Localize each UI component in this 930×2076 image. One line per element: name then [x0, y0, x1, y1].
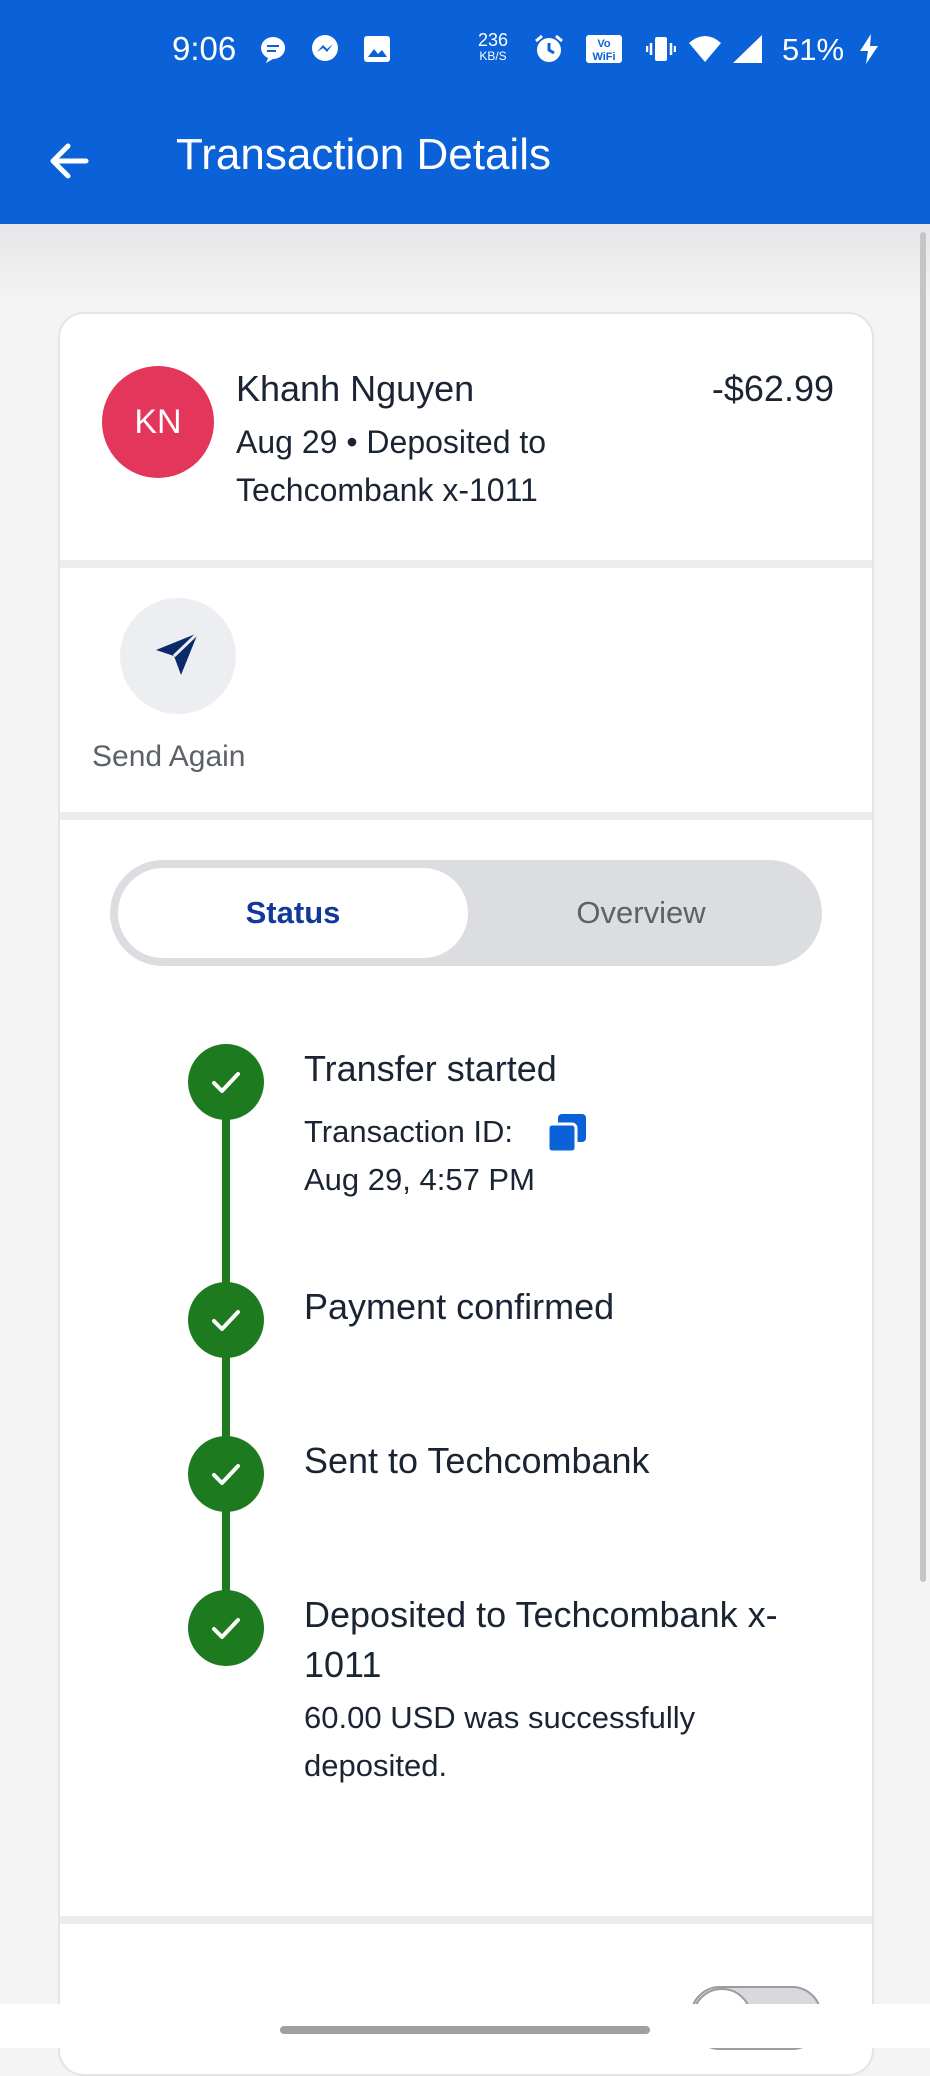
recipient-name: Khanh Nguyen [236, 368, 475, 409]
step-detail-line-2: deposited. [304, 1748, 448, 1783]
avatar: KN [102, 366, 214, 478]
status-time: 9:06 [172, 30, 237, 67]
arrow-left-icon[interactable] [44, 136, 94, 186]
gallery-icon [360, 32, 394, 66]
speed-value: 236 [478, 30, 509, 50]
copy-icon[interactable] [546, 1112, 588, 1154]
step-title: Transfer started [304, 1048, 557, 1089]
send-icon [152, 628, 204, 685]
status-overview-toggle: Status Overview [110, 860, 822, 966]
page-title: Transaction Details [176, 130, 551, 179]
divider [60, 1916, 872, 1924]
step-detail-line-1: 60.00 USD was successfully [304, 1700, 696, 1735]
subtitle-line-2: Techcombank x-1011 [236, 472, 538, 508]
check-icon [188, 1282, 264, 1358]
battery-level: 51% [782, 32, 845, 67]
step-title-line-1: Deposited to Techcombank x- [304, 1594, 778, 1635]
network-speed: 236 KB/S [478, 30, 509, 64]
tab-status-label: Status [245, 895, 341, 930]
subtitle-line-1: Aug 29 • Deposited to [236, 424, 547, 460]
check-icon [188, 1436, 264, 1512]
transaction-card: KN Khanh Nguyen -$62.99 Aug 29 • Deposit… [58, 312, 874, 2076]
step-detail: 60.00 USD was successfully deposited. [304, 1694, 824, 1790]
step-timestamp: Aug 29, 4:57 PM [304, 1162, 535, 1197]
step-title: Deposited to Techcombank x- 1011 [304, 1590, 844, 1690]
send-again-button[interactable] [120, 598, 236, 714]
speed-unit: KB/S [479, 49, 507, 63]
check-icon [188, 1590, 264, 1666]
wifi-icon [688, 32, 722, 66]
transaction-subtitle: Aug 29 • Deposited to Techcombank x-1011 [236, 418, 616, 514]
tab-overview-label: Overview [576, 895, 706, 930]
messenger-icon [308, 32, 342, 66]
charging-icon [852, 32, 886, 66]
header-shadow [0, 224, 930, 304]
transaction-amount: -$62.99 [711, 368, 834, 409]
status-bar: 9:06 236 KB/S Vo WiFi 51% [0, 0, 930, 100]
gesture-nav-bar [0, 2004, 930, 2048]
message-icon [256, 32, 290, 66]
check-icon [188, 1044, 264, 1120]
avatar-initials: KN [134, 402, 182, 441]
app-bar: Transaction Details [0, 100, 930, 224]
divider [60, 560, 872, 568]
scrollbar[interactable] [920, 232, 926, 1582]
svg-text:WiFi: WiFi [592, 51, 615, 63]
tab-status[interactable]: Status [118, 868, 468, 958]
vowifi-icon: Vo WiFi [584, 32, 624, 66]
home-handle[interactable] [280, 2026, 650, 2034]
step-title-line-2: 1011 [304, 1644, 382, 1685]
vibrate-icon [644, 32, 678, 66]
send-again-label: Send Again [92, 740, 246, 773]
tab-overview[interactable]: Overview [468, 868, 814, 958]
step-title: Payment confirmed [304, 1286, 615, 1327]
alarm-icon [532, 32, 566, 66]
step-title: Sent to Techcombank [304, 1440, 650, 1481]
divider [60, 812, 872, 820]
signal-icon [730, 32, 764, 66]
svg-text:Vo: Vo [597, 38, 611, 50]
